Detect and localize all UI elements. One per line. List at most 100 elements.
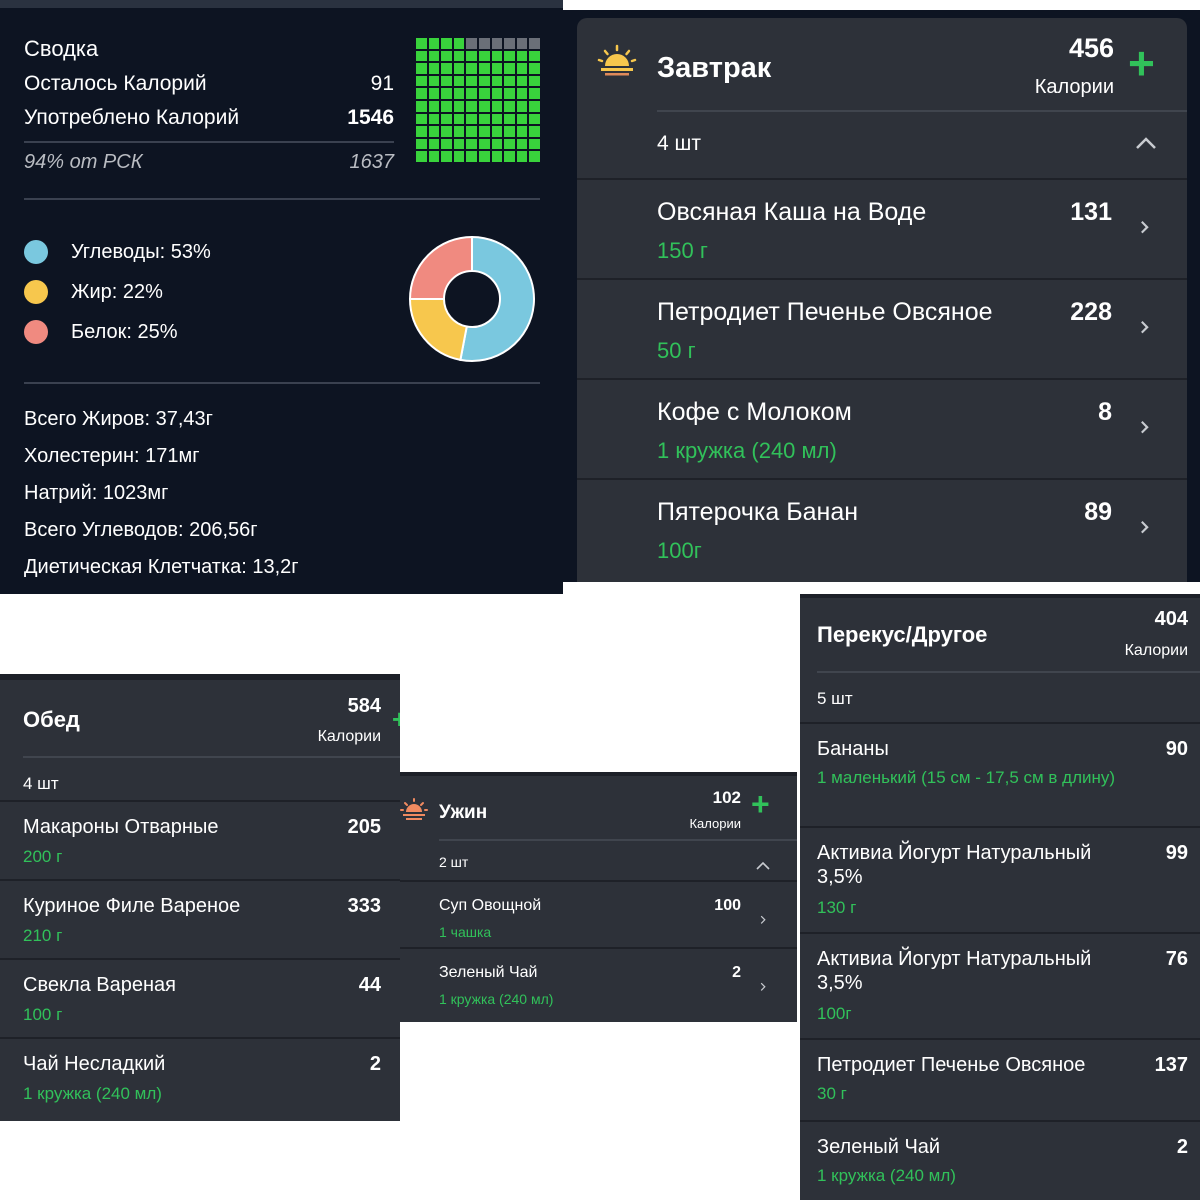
chevron-right-icon[interactable] — [1140, 420, 1149, 439]
consumed-label: Употреблено Калорий — [24, 106, 240, 129]
progress-cell — [428, 126, 440, 137]
food-item-calories: 100 — [714, 897, 741, 914]
nutrient-cholesterol: Холестерин: 171мг — [24, 445, 200, 467]
progress-cell — [416, 126, 427, 137]
chevron-right-icon[interactable] — [760, 979, 766, 997]
food-item-name: Активиа Йогурт Натуральный 3,5% — [817, 842, 1092, 888]
add-food-plus-icon[interactable]: + — [392, 704, 400, 735]
progress-cell — [529, 113, 540, 125]
food-item-row[interactable]: Бананы 1 маленький (15 см - 17,5 см в дли… — [800, 722, 1200, 826]
chevron-right-icon[interactable] — [1140, 220, 1149, 239]
progress-cell — [428, 151, 440, 162]
food-item-amount: 130 г — [817, 898, 857, 917]
food-item-row[interactable]: Чай Несладкий 1 кружка (240 мл) 2 — [0, 1037, 400, 1116]
food-item-row[interactable]: Куриное Филе Вареное 210 г 333 — [0, 879, 400, 958]
food-item-amount: 1 кружка (240 мл) — [657, 438, 837, 463]
breakfast-calories-label: Калории — [1034, 76, 1114, 98]
sunset-icon — [400, 798, 428, 827]
food-item-row[interactable]: Пятерочка Банан 100г 89 — [577, 478, 1187, 578]
progress-cell — [529, 101, 540, 112]
dinner-panel: Ужин 102 Калории + 2 шт Суп Овощной 1 чаш… — [400, 772, 797, 1022]
progress-cell — [529, 151, 540, 162]
lunch-count: 4 шт — [23, 774, 59, 793]
percent-row: 94% от РСК 1637 — [24, 151, 394, 174]
food-item-calories: 8 — [1098, 398, 1112, 426]
food-item-row[interactable]: Зеленый Чай 1 кружка (240 мл) 2 — [400, 947, 797, 1014]
breakfast-title: Завтрак — [657, 52, 772, 84]
food-item-name: Активиа Йогурт Натуральный 3,5% — [817, 948, 1092, 994]
progress-cell — [441, 126, 452, 137]
chevron-up-icon[interactable] — [756, 857, 770, 875]
progress-cell — [466, 63, 477, 74]
food-item-amount: 50 г — [657, 338, 696, 363]
food-item-calories: 137 — [1154, 1054, 1188, 1076]
progress-cell — [453, 113, 465, 125]
progress-cell — [428, 75, 440, 87]
progress-cell — [416, 113, 427, 125]
progress-cell — [479, 151, 490, 162]
add-food-plus-icon[interactable]: + — [751, 788, 770, 820]
food-item-calories: 2 — [1176, 1136, 1188, 1158]
food-item-name: Петродиет Печенье Овсяное — [657, 298, 993, 326]
progress-cell — [491, 63, 503, 74]
summary-panel: Сводка Осталось Калорий 91 Употреблено К… — [0, 0, 563, 594]
progress-cell — [441, 50, 452, 62]
food-item-row[interactable]: Активиа Йогурт Натуральный 3,5% 130 г 99 — [800, 826, 1200, 932]
progress-cell — [453, 101, 465, 112]
breakfast-panel: Завтрак 456 Калории + 4 шт Овсяная Каша … — [563, 10, 1200, 582]
progress-cell — [479, 75, 490, 87]
divider — [23, 756, 400, 758]
progress-cell — [428, 138, 440, 150]
add-food-plus-icon[interactable]: + — [1128, 40, 1155, 86]
progress-cell — [416, 138, 427, 150]
snack-count: 5 шт — [817, 689, 853, 708]
food-item-calories: 205 — [347, 816, 381, 838]
remaining-label: Осталось Калорий — [24, 72, 207, 95]
food-item-name: Куриное Филе Вареное — [23, 895, 241, 917]
chevron-up-icon[interactable] — [1135, 136, 1157, 155]
progress-cell — [453, 38, 465, 49]
progress-cell — [516, 88, 528, 99]
food-item-row[interactable]: Петродиет Печенье Овсяное 50 г 228 — [577, 278, 1187, 378]
progress-cell — [491, 113, 503, 125]
progress-cell — [516, 138, 528, 150]
progress-cell — [479, 101, 490, 112]
food-item-row[interactable]: Свекла Вареная 100 г 44 — [0, 958, 400, 1037]
snack-title: Перекус/Другое — [817, 622, 988, 647]
progress-cell — [441, 75, 452, 87]
food-item-amount: 1 кружка (240 мл) — [23, 1084, 162, 1103]
food-item-row[interactable]: Суп Овощной 1 чашка 100 — [400, 880, 797, 947]
chevron-right-icon[interactable] — [760, 912, 766, 930]
food-item-row[interactable]: Активиа Йогурт Натуральный 3,5% 100г 76 — [800, 932, 1200, 1038]
food-item-calories: 2 — [369, 1053, 381, 1075]
legend-dot-carbs — [24, 240, 48, 264]
progress-cell — [504, 63, 515, 74]
legend-protein: Белок: 25% — [24, 320, 178, 344]
progress-cell — [416, 50, 427, 62]
percent-value: 1637 — [349, 151, 395, 173]
progress-cell — [441, 38, 452, 49]
snack-panel: Перекус/Другое 404 Калории 5 шт Бананы 1 … — [800, 594, 1200, 1200]
food-item-row[interactable]: Овсяная Каша на Воде 150 г 131 — [577, 178, 1187, 278]
chevron-right-icon[interactable] — [1140, 520, 1149, 539]
food-item-name: Бананы — [817, 738, 889, 760]
progress-cell — [504, 50, 515, 62]
food-item-row[interactable]: Зеленый Чай 1 кружка (240 мл) 2 — [800, 1120, 1200, 1200]
progress-cell — [529, 38, 540, 49]
breakfast-count: 4 шт — [657, 132, 701, 155]
food-item-row[interactable]: Петродиет Печенье Овсяное 30 г 137 — [800, 1038, 1200, 1120]
food-item-row[interactable]: Макароны Отварные 200 г 205 — [0, 800, 400, 879]
food-item-name: Петродиет Печенье Овсяное — [817, 1054, 1086, 1076]
food-item-name: Свекла Вареная — [23, 974, 176, 996]
food-item-calories: 99 — [1165, 842, 1188, 864]
progress-cell — [516, 63, 528, 74]
chevron-right-icon[interactable] — [1140, 320, 1149, 339]
legend-dot-protein — [24, 320, 48, 344]
food-item-calories: 2 — [732, 964, 741, 981]
food-item-row[interactable]: Кофе с Молоком 1 кружка (240 мл) 8 — [577, 378, 1187, 478]
legend-carbs: Углеводы: 53% — [24, 240, 211, 264]
food-item-name: Макароны Отварные — [23, 816, 219, 838]
progress-cell — [516, 75, 528, 87]
progress-cell — [466, 101, 477, 112]
progress-cell — [466, 88, 477, 99]
